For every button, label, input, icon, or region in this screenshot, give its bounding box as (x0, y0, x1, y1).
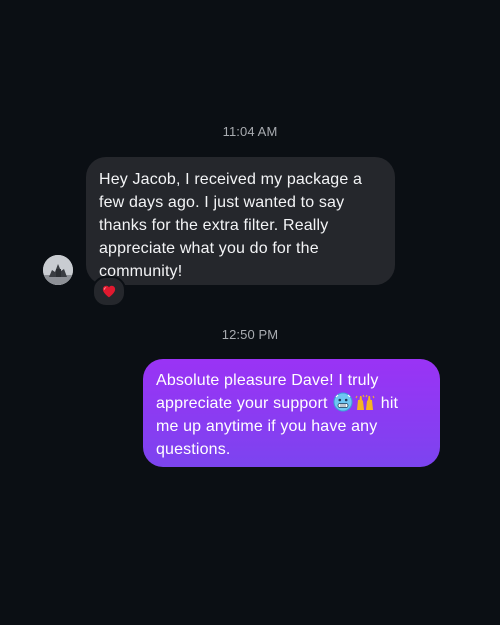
message-text-line: community! (99, 263, 183, 280)
message-text-segment: appreciate your support (156, 395, 328, 412)
outgoing-message-bubble[interactable]: Absolute pleasure Dave! I truly apprecia… (143, 359, 440, 467)
message-text-line: questions. (156, 441, 231, 458)
raising-hands-icon (355, 394, 375, 410)
message-text-line: few days ago. I just wanted to say (99, 194, 345, 211)
message-text-line: Hey Jacob, I received my package a (99, 171, 363, 188)
message-text-line: appreciate what you do for the (99, 240, 319, 257)
avatar[interactable] (43, 255, 73, 285)
message-text-segment: hit (380, 395, 399, 412)
avatar-photo (43, 255, 73, 285)
message-text-line: Absolute pleasure Dave! I truly (156, 372, 379, 389)
timestamp: 11:04 AM (222, 124, 278, 139)
cold-face-icon (333, 392, 353, 412)
message-text-line: me up anytime if you have any (156, 418, 378, 435)
timestamp: 12:50 PM (221, 327, 279, 342)
message-text-line: appreciate your support hit (156, 392, 428, 415)
message-text-line: thanks for the extra filter. Really (99, 217, 329, 234)
reaction-badge[interactable] (92, 276, 126, 307)
red-heart-icon (102, 285, 116, 298)
incoming-message-bubble[interactable]: Hey Jacob, I received my package a few d… (86, 157, 395, 285)
